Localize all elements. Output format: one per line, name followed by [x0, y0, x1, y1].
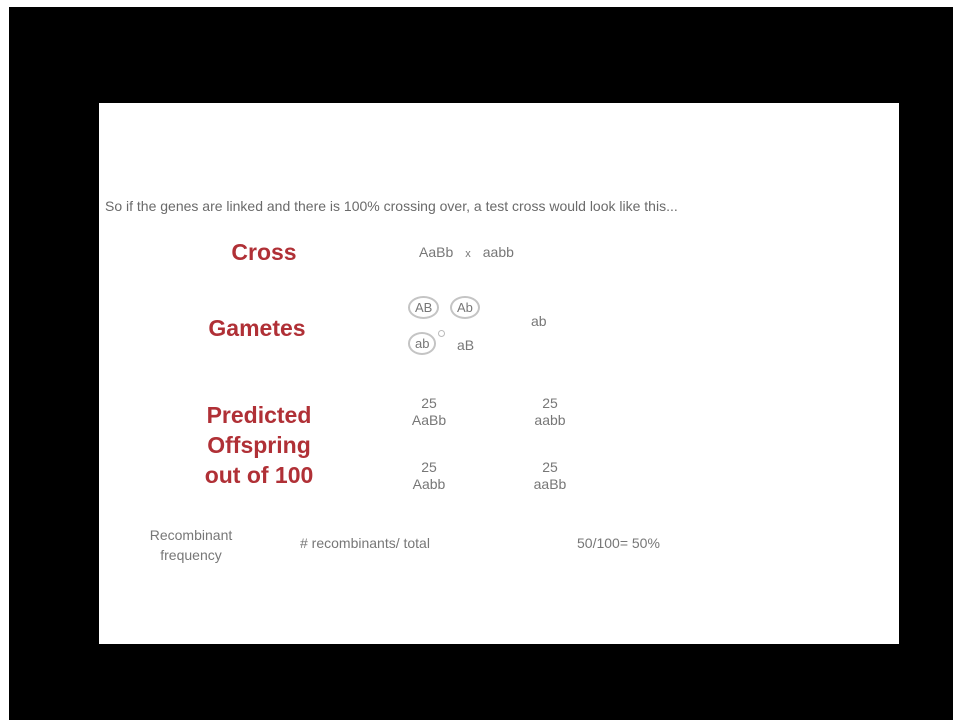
cross-symbol: x [465, 248, 471, 260]
offspring-cell: 25 Aabb [412, 459, 446, 492]
recombinant-value: 50/100= 50% [577, 535, 660, 551]
slide: So if the genes are linked and there is … [99, 103, 899, 644]
parent1-genotype: AaBb [419, 244, 454, 260]
parent2-genotype: aabb [482, 244, 514, 260]
cross-expression: AaBb x aabb [419, 244, 514, 260]
gamete-ab-upper: AB [408, 296, 440, 319]
gametes-label: Gametes [208, 315, 306, 341]
predicted-offspring-label: Predicted Offspring out of 100 [204, 402, 314, 488]
intro-text: So if the genes are linked and there is … [105, 198, 678, 214]
cross-label: Cross [231, 239, 297, 265]
gamete-ab-mixed: Ab [450, 296, 480, 319]
offspring-cell: 25 aaBb [533, 459, 567, 492]
offspring-cell: 25 AaBb [411, 395, 447, 428]
video-frame: So if the genes are linked and there is … [9, 7, 953, 720]
gamete-ab-lower: ab [408, 332, 437, 355]
recombinant-frequency-label: Recombinant frequency [149, 527, 233, 563]
gamete-ab-recessive-dominant: aB [457, 337, 475, 353]
small-circle-mark [438, 330, 445, 337]
offspring-cell: 25 aabb [534, 395, 566, 428]
recombinant-formula: # recombinants/ total [300, 535, 430, 551]
gamete-other-parent: ab [531, 313, 547, 329]
